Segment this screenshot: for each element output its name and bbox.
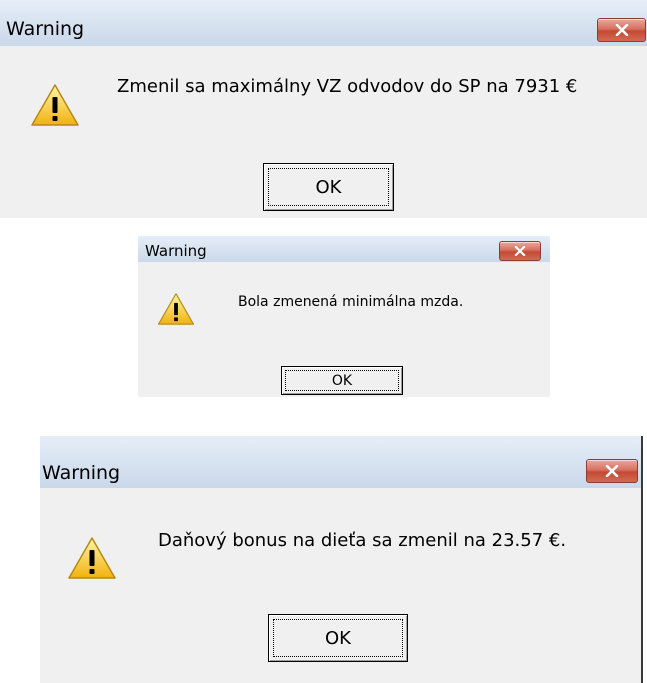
dialog-titlebar[interactable]: Warning [138,236,550,262]
dialog-message: Daňový bonus na dieťa sa zmenil na 23.57… [158,530,567,551]
ok-button[interactable]: OK [281,366,403,395]
close-icon [615,24,628,36]
dialog-title: Warning [6,18,85,40]
warning-dialog-1: Warning Zmenil sa maximálny VZ odvodov d… [0,0,647,218]
close-button[interactable] [586,459,638,483]
warning-dialog-2: Warning Bola zmenená minimálna mzda. OK [138,236,550,397]
dialog-titlebar[interactable]: Warning [40,436,643,488]
window-edge [641,436,643,683]
dialog-title: Warning [42,462,121,484]
warning-triangle-icon [68,537,116,579]
warning-triangle-icon [31,84,79,126]
dialog-title: Warning [145,242,207,260]
close-button[interactable] [597,18,646,42]
warning-triangle-icon [157,293,195,325]
dialog-message: Zmenil sa maximálny VZ odvodov do SP na … [117,76,578,97]
close-button[interactable] [499,241,541,261]
warning-dialog-3: Warning Daňový bonus na dieťa sa zmenil … [40,436,643,683]
ok-button[interactable]: OK [263,163,394,211]
ok-button[interactable]: OK [268,614,408,662]
dialog-titlebar[interactable]: Warning [0,0,647,46]
close-icon [514,246,526,256]
close-icon [605,465,619,477]
dialog-message: Bola zmenená minimálna mzda. [238,294,464,310]
